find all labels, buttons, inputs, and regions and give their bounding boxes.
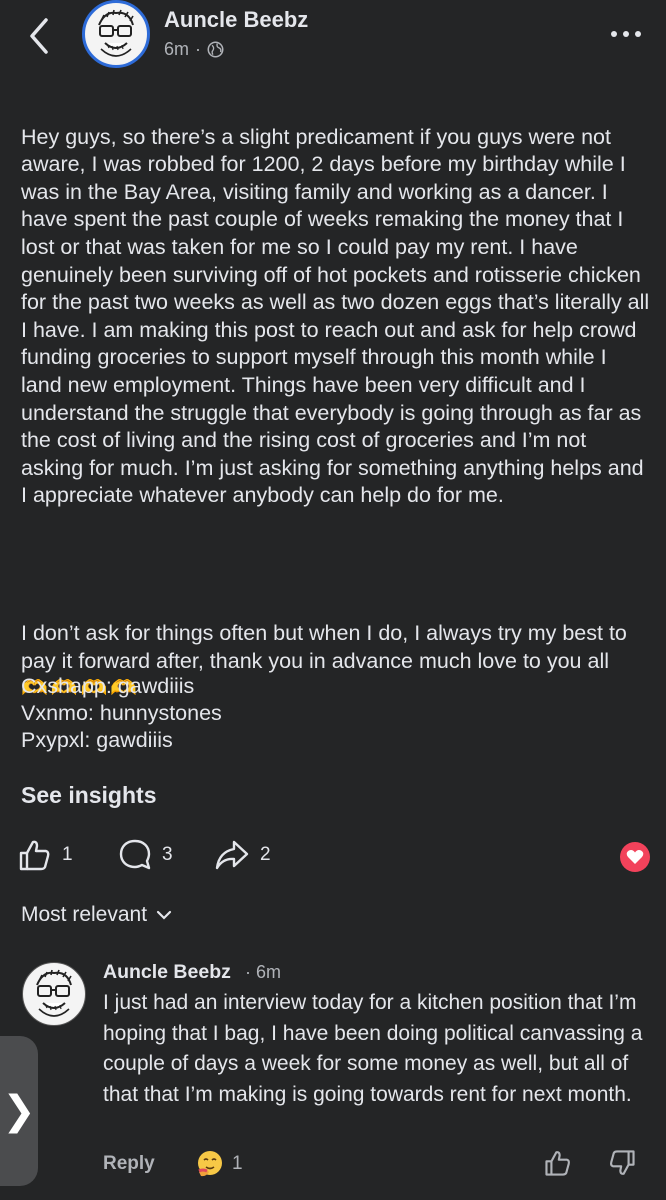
like-count: 1 bbox=[62, 844, 73, 865]
reply-button[interactable]: Reply bbox=[103, 1153, 155, 1175]
post-paragraph-2: I don’t ask for things often but when I … bbox=[21, 621, 627, 673]
comment-reactions[interactable]: 1 bbox=[196, 1150, 243, 1178]
like-button[interactable]: 1 bbox=[18, 838, 73, 872]
see-insights-link[interactable]: See insights bbox=[21, 782, 156, 809]
side-panel-tab[interactable]: ❯ bbox=[0, 1036, 38, 1186]
post-meta: 6m · bbox=[164, 39, 224, 60]
author-avatar[interactable] bbox=[82, 0, 150, 68]
comment-bubble-icon bbox=[119, 839, 151, 870]
comment-count: 3 bbox=[162, 844, 173, 865]
post-time[interactable]: 6m bbox=[164, 39, 189, 60]
comment-reaction-count: 1 bbox=[232, 1153, 243, 1174]
payment-line: Cxshapp: gawdiiis bbox=[21, 674, 195, 698]
payment-line: Pxypxl: gawdiiis bbox=[21, 728, 173, 752]
post-actions: 1 3 2 bbox=[18, 838, 648, 878]
chevron-down-icon bbox=[156, 910, 172, 920]
thumbs-up-icon bbox=[545, 1151, 570, 1176]
share-button[interactable]: 2 bbox=[214, 838, 271, 872]
more-options-button[interactable] bbox=[608, 24, 644, 44]
comment-button[interactable]: 3 bbox=[118, 838, 173, 872]
post-header: Auncle Beebz 6m · bbox=[0, 0, 666, 80]
payment-handles: Cxshapp: gawdiiis Vxnmo: hunnystones Pxy… bbox=[21, 673, 222, 754]
post-body: Hey guys, so there’s a slight predicamen… bbox=[21, 96, 651, 731]
back-button[interactable] bbox=[22, 14, 58, 58]
comment-dislike-button[interactable] bbox=[608, 1148, 636, 1183]
thumbs-up-icon bbox=[19, 840, 50, 871]
thumbs-down-icon bbox=[610, 1150, 635, 1175]
globe-icon bbox=[207, 41, 224, 58]
share-count: 2 bbox=[260, 844, 271, 865]
avatar-caricature-icon bbox=[86, 4, 146, 64]
commenter-avatar[interactable] bbox=[22, 962, 86, 1026]
chevron-right-icon: ❯ bbox=[2, 1088, 36, 1134]
meta-separator: · bbox=[195, 39, 202, 59]
comment-sort-dropdown[interactable]: Most relevant bbox=[21, 903, 173, 927]
love-reaction-badge[interactable] bbox=[620, 842, 650, 872]
sort-label: Most relevant bbox=[21, 903, 148, 926]
hug-emoji-icon bbox=[198, 1151, 222, 1177]
more-horizontal-icon bbox=[611, 31, 641, 37]
comment-author[interactable]: Auncle Beebz bbox=[103, 961, 231, 984]
comment-time: · 6m bbox=[245, 962, 281, 982]
post-paragraph-1: Hey guys, so there’s a slight predicamen… bbox=[21, 124, 650, 508]
avatar-caricature-icon bbox=[24, 964, 84, 1024]
chevron-left-icon bbox=[30, 18, 48, 54]
payment-line: Vxnmo: hunnystones bbox=[21, 701, 222, 725]
heart-icon bbox=[626, 850, 644, 864]
author-name[interactable]: Auncle Beebz bbox=[164, 7, 308, 33]
share-arrow-icon bbox=[215, 840, 249, 870]
comment-text: I just had an interview today for a kitc… bbox=[103, 991, 643, 1106]
comment-like-button[interactable] bbox=[544, 1148, 572, 1183]
